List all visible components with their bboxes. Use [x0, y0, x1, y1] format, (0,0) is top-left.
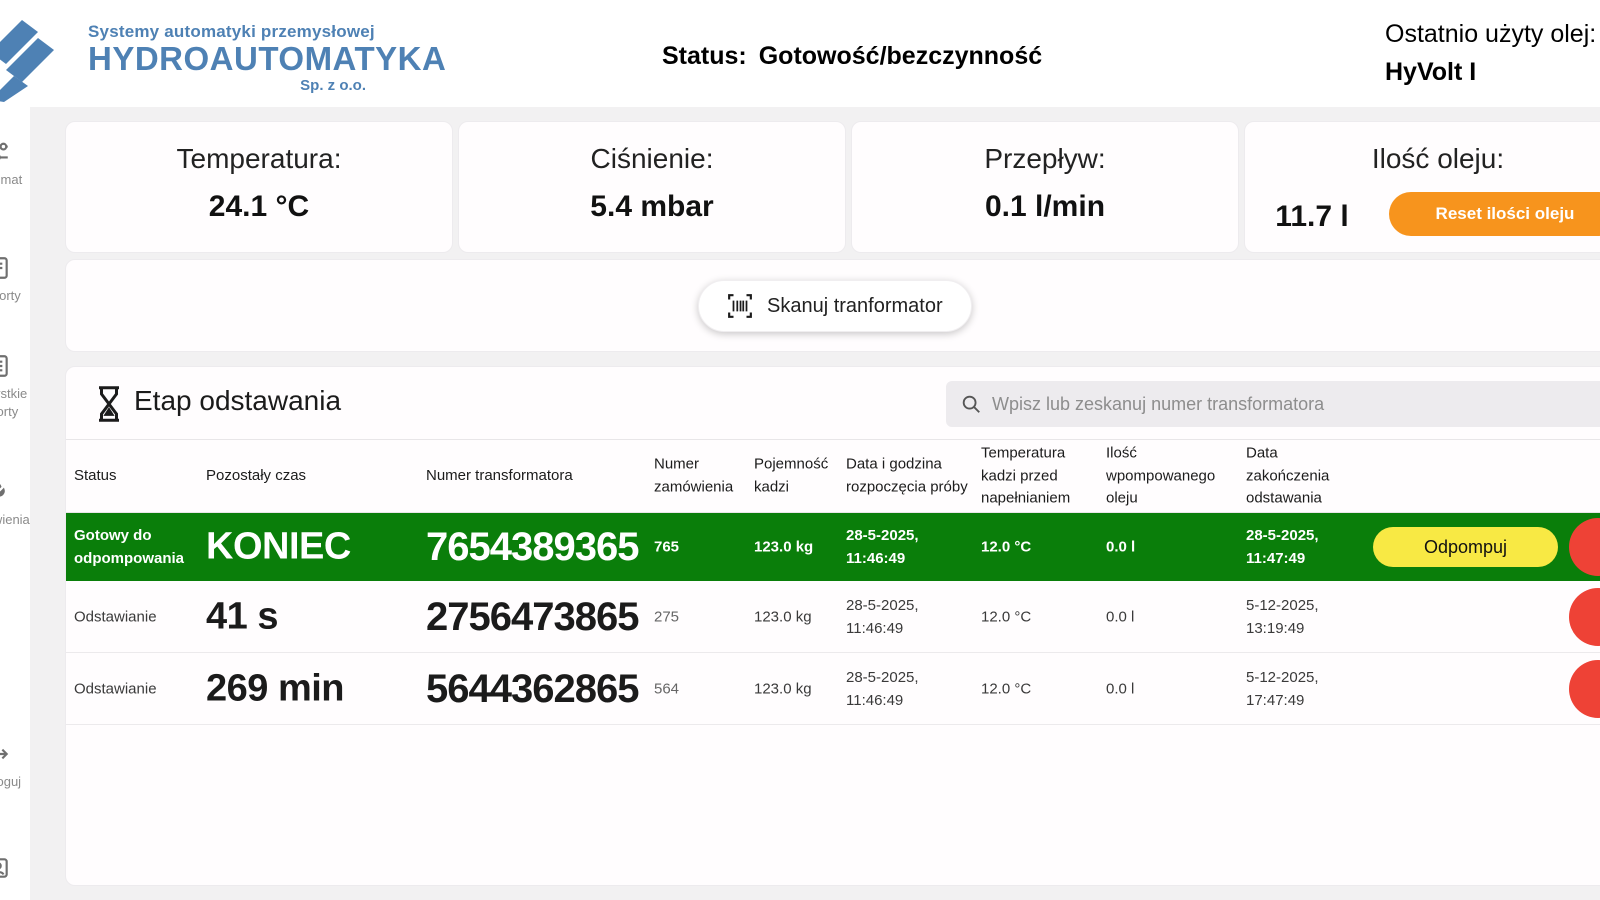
reports-icon: [0, 353, 11, 379]
row-end-datetime: 5-12-2025, 13:19:49: [1246, 593, 1364, 640]
row-status: Odstawianie: [74, 605, 202, 628]
status-label: Status:: [662, 42, 747, 70]
row-pumped-oil: 0.0 l: [1106, 535, 1236, 558]
metric-label: Temperatura:: [66, 143, 452, 175]
sidebar-item-service[interactable]: [0, 855, 30, 881]
last-used-value: HyVolt I: [1385, 58, 1596, 87]
metric-label: Przepływ:: [852, 143, 1238, 175]
scan-panel: Skanuj tranformator: [65, 259, 1600, 352]
metric-label: Ciśnienie:: [459, 143, 845, 175]
sidebar: Automat Raporty Wszystkie raporty Ustawi…: [0, 107, 30, 900]
delete-row-button[interactable]: [1569, 518, 1600, 576]
table-title: Etap odstawania: [134, 385, 341, 417]
settling-stage-panel: Etap odstawania Status Pozostały czas Nu…: [65, 366, 1600, 886]
sidebar-item-raporty[interactable]: Raporty: [0, 255, 30, 305]
last-used-oil: Ostatnio użyty olej: HyVolt I: [1385, 20, 1596, 87]
metric-label: Ilość oleju:: [1245, 143, 1600, 175]
sidebar-item-wyloguj[interactable]: Wyloguj: [0, 741, 30, 791]
search-input[interactable]: [992, 381, 1600, 427]
row-transformer-number: 7654389365: [426, 516, 651, 578]
report-icon: [0, 255, 11, 281]
row-tank-capacity: 123.0 kg: [754, 677, 840, 700]
pump-out-button[interactable]: Odpompuj: [1373, 527, 1558, 567]
row-transformer-number: 5644362865: [426, 658, 651, 720]
metric-value: 5.4 mbar: [459, 190, 845, 224]
row-tank-capacity: 123.0 kg: [754, 535, 840, 558]
column-header: Data i godzina rozpoczęcia próby: [846, 454, 974, 499]
row-tank-capacity: 123.0 kg: [754, 605, 840, 628]
row-start-datetime: 28-5-2025, 11:46:49: [846, 593, 974, 640]
logout-icon: [0, 741, 11, 767]
last-used-label: Ostatnio użyty olej:: [1385, 20, 1596, 49]
row-tank-temperature: 12.0 °C: [981, 677, 1096, 700]
delete-row-button[interactable]: [1569, 588, 1600, 646]
tune-icon: [0, 139, 11, 165]
sidebar-item-wszystkie-raporty[interactable]: Wszystkie raporty: [0, 353, 30, 420]
column-header: Data zakończenia odstawania: [1246, 442, 1364, 510]
company-logo: Systemy automatyki przemysłowej HYDROAUT…: [0, 12, 388, 104]
row-pumped-oil: 0.0 l: [1106, 677, 1236, 700]
metric-value: 11.7 l: [1257, 200, 1367, 234]
status-value: Gotowość/bezczynność: [759, 42, 1042, 70]
sidebar-item-label: Automat: [0, 171, 22, 189]
metric-card-temperature: Temperatura: 24.1 °C: [65, 121, 453, 253]
column-header: Status: [74, 465, 202, 488]
reset-oil-button[interactable]: Reset ilości oleju: [1389, 192, 1600, 236]
search-icon: [960, 393, 982, 415]
column-header: Numer transformatora: [426, 465, 651, 488]
table-row: Gotowy do odpompowania KONIEC 7654389365…: [66, 513, 1600, 581]
row-remaining-time: KONIEC: [206, 518, 421, 577]
column-header: Pojemność kadzi: [754, 454, 840, 499]
metric-value: 0.1 l/min: [852, 190, 1238, 224]
sidebar-item-label: Wszystkie raporty: [0, 385, 27, 420]
sidebar-item-automat[interactable]: Automat: [0, 139, 30, 189]
sidebar-item-label: Wyloguj: [0, 773, 21, 791]
sidebar-item-label: Raporty: [0, 287, 21, 305]
logo-brand: HYDROAUTOMATYKA: [88, 42, 378, 77]
row-start-datetime: 28-5-2025, 11:46:49: [846, 665, 974, 712]
hourglass-icon: [94, 385, 124, 423]
row-end-datetime: 28-5-2025, 11:47:49: [1246, 524, 1364, 571]
wrench-icon: [0, 479, 11, 505]
row-end-datetime: 5-12-2025, 17:47:49: [1246, 665, 1364, 712]
row-order-number: 275: [654, 605, 746, 628]
top-header: Systemy automatyki przemysłowej HYDROAUT…: [0, 0, 1600, 107]
row-order-number: 564: [654, 677, 746, 700]
logo-suffix: Sp. z o.o.: [88, 77, 366, 94]
scan-button-label: Skanuj tranformator: [767, 295, 943, 318]
barcode-scan-icon: [727, 293, 753, 319]
row-order-number: 765: [654, 535, 746, 558]
machine-status: Status: Gotowość/bezczynność: [662, 42, 1042, 71]
row-status: Odstawianie: [74, 677, 202, 700]
logo-tagline: Systemy automatyki przemysłowej: [88, 22, 378, 42]
search-box: [946, 381, 1600, 427]
delete-row-button[interactable]: [1569, 660, 1600, 718]
table-row: Odstawianie 41 s 2756473865 275 123.0 kg…: [66, 581, 1600, 653]
logo-icon: [0, 18, 80, 102]
sidebar-item-ustawienia[interactable]: Ustawienia: [0, 479, 30, 529]
service-icon: [0, 855, 11, 881]
table-header-row: Status Pozostały czas Numer transformato…: [66, 439, 1600, 513]
sidebar-item-label: Ustawienia: [0, 511, 30, 529]
row-remaining-time: 41 s: [206, 587, 421, 646]
metric-card-flow: Przepływ: 0.1 l/min: [851, 121, 1239, 253]
column-header: Temperatura kadzi przed napełnianiem: [981, 442, 1096, 510]
table-row: Odstawianie 269 min 5644362865 564 123.0…: [66, 653, 1600, 725]
column-header: Numer zamówienia: [654, 454, 746, 499]
metric-card-pressure: Ciśnienie: 5.4 mbar: [458, 121, 846, 253]
row-pumped-oil: 0.0 l: [1106, 605, 1236, 628]
row-tank-temperature: 12.0 °C: [981, 605, 1096, 628]
row-status: Gotowy do odpompowania: [74, 524, 202, 571]
row-start-datetime: 28-5-2025, 11:46:49: [846, 524, 974, 571]
scan-transformer-button[interactable]: Skanuj tranformator: [698, 280, 972, 332]
metric-card-oil-amount: Ilość oleju: 11.7 l Reset ilości oleju: [1244, 121, 1600, 253]
column-header: Pozostały czas: [206, 465, 421, 488]
row-tank-temperature: 12.0 °C: [981, 535, 1096, 558]
column-header: Ilość wpompowanego oleju: [1106, 442, 1236, 510]
metric-value: 24.1 °C: [66, 190, 452, 224]
row-remaining-time: 269 min: [206, 659, 421, 718]
row-transformer-number: 2756473865: [426, 586, 651, 648]
